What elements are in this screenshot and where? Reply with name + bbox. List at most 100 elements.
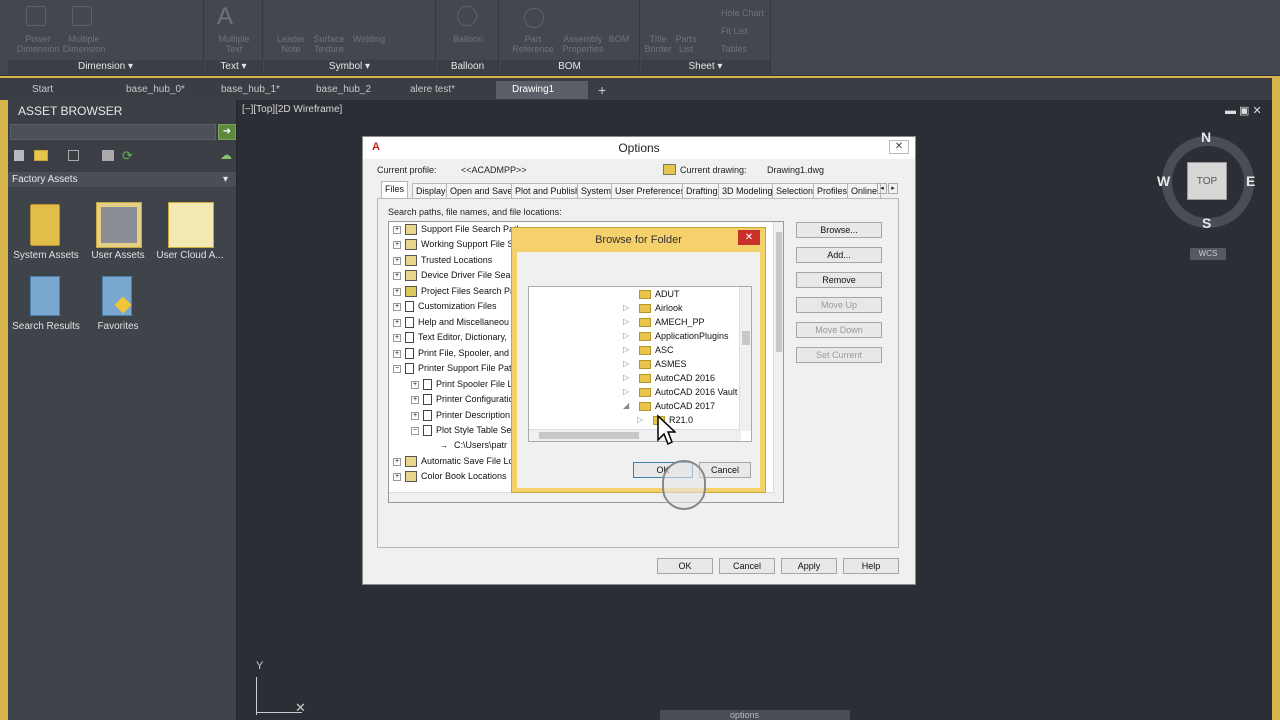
- go-arrow-icon[interactable]: ➜: [218, 124, 236, 140]
- tab-files[interactable]: Files: [381, 181, 409, 198]
- folder-item[interactable]: ▷ AutoCAD 2016: [623, 371, 715, 385]
- system-assets-label[interactable]: System Assets: [8, 250, 84, 261]
- viewport-controls-label[interactable]: [−][Top][2D Wireframe]: [242, 104, 342, 115]
- view-options-icon[interactable]: [68, 150, 79, 161]
- tree-item[interactable]: → C:\Users\patr: [439, 438, 507, 453]
- multiple-dimension-icon[interactable]: [72, 6, 92, 26]
- tree-item[interactable]: + Project Files Search Pa: [393, 284, 515, 299]
- folder-tree-vscrollbar[interactable]: [739, 287, 751, 431]
- viewcube-west[interactable]: W: [1157, 173, 1170, 189]
- remove-button[interactable]: Remove: [796, 272, 882, 288]
- folder-item[interactable]: ▷ ApplicationPlugins: [623, 329, 729, 343]
- balloon-icon[interactable]: [457, 6, 477, 26]
- asset-search-input[interactable]: [10, 124, 216, 140]
- tab-3d-modeling[interactable]: 3D Modeling: [718, 183, 777, 198]
- fit-list-label[interactable]: Fit List: [721, 26, 748, 36]
- folder-tree[interactable]: ADUT ▷ Airlook ▷ AMECH_PP ▷ ApplicationPlug…: [528, 286, 752, 442]
- tab-drafting[interactable]: Drafting: [682, 183, 722, 198]
- user-cloud-assets-icon[interactable]: [168, 202, 214, 248]
- move-down-button[interactable]: Move Down: [796, 322, 882, 338]
- browse-cancel-button[interactable]: Cancel: [699, 462, 751, 478]
- hole-chart-label[interactable]: Hole Chart: [721, 8, 764, 18]
- favorites-folder-icon[interactable]: [102, 276, 132, 316]
- options-close-icon[interactable]: ✕: [889, 140, 909, 154]
- tab-plot-and-publish[interactable]: Plot and Publish: [511, 183, 585, 198]
- part-reference-icon[interactable]: [524, 8, 544, 28]
- tree-item[interactable]: + Device Driver File Sear: [393, 268, 514, 283]
- browse-button[interactable]: Browse...: [796, 222, 882, 238]
- panel-title-text[interactable]: Text ▾: [205, 60, 262, 74]
- viewport-window-controls[interactable]: ▬ ▣ ✕: [1225, 104, 1262, 117]
- viewcube-north[interactable]: N: [1201, 129, 1211, 145]
- category-dropdown[interactable]: Factory Assets ▾: [8, 172, 236, 187]
- folder-item[interactable]: ▷ AutoCAD 2016 Vault: [623, 385, 737, 399]
- panel-title-balloon[interactable]: Balloon: [437, 60, 498, 74]
- user-assets-label[interactable]: User Assets: [80, 250, 156, 261]
- tree-horizontal-scrollbar[interactable]: [389, 492, 783, 502]
- cloud-sync-icon[interactable]: ☁: [220, 148, 232, 162]
- tab-scroll-right-icon[interactable]: ▸: [888, 183, 898, 194]
- folder-item[interactable]: ▷ AMECH_PP: [623, 315, 705, 329]
- folder-item[interactable]: ADUT: [639, 287, 680, 301]
- tree-item[interactable]: + Printer Description: [411, 408, 510, 423]
- folder-icon[interactable]: [34, 150, 48, 161]
- tab-scroll-left-icon[interactable]: ◂: [877, 183, 887, 194]
- folder-item[interactable]: ▷ ASC: [623, 343, 674, 357]
- options-titlebar[interactable]: A Options ✕: [363, 137, 915, 159]
- tree-item[interactable]: + Automatic Save File Lo: [393, 454, 514, 469]
- tab-open-and-save[interactable]: Open and Save: [446, 183, 517, 198]
- set-current-button[interactable]: Set Current: [796, 347, 882, 363]
- panel-title-bom[interactable]: BOM: [500, 60, 639, 74]
- multiline-text-icon[interactable]: A: [217, 4, 233, 30]
- viewcube-east[interactable]: E: [1246, 173, 1255, 189]
- move-up-button[interactable]: Move Up: [796, 297, 882, 313]
- search-results-label[interactable]: Search Results: [8, 321, 84, 332]
- user-assets-icon[interactable]: [96, 202, 142, 248]
- tree-item[interactable]: + Customization Files: [393, 299, 497, 314]
- folder-item[interactable]: ▷ Airlook: [623, 301, 683, 315]
- folder-item[interactable]: ▷ ASMES: [623, 357, 687, 371]
- options-apply-button[interactable]: Apply: [781, 558, 837, 574]
- tab-alere-test[interactable]: alere test*: [394, 81, 484, 99]
- tab-online[interactable]: Online: [847, 183, 882, 198]
- tab-selection[interactable]: Selection: [772, 183, 818, 198]
- options-ok-button[interactable]: OK: [657, 558, 713, 574]
- tree-vertical-scrollbar[interactable]: [773, 222, 783, 494]
- tab-base-hub-0[interactable]: base_hub_0*: [110, 81, 200, 99]
- tab-profiles[interactable]: Profiles: [813, 183, 852, 198]
- command-line[interactable]: options: [660, 710, 850, 720]
- new-tab-plus-icon[interactable]: +: [598, 81, 606, 99]
- tab-user-preferences[interactable]: User Preferences: [611, 183, 690, 198]
- viewcube-south[interactable]: S: [1202, 215, 1211, 231]
- system-assets-folder-icon[interactable]: [30, 204, 60, 246]
- wcs-menu[interactable]: WCS: [1190, 248, 1226, 260]
- favorites-label[interactable]: Favorites: [80, 321, 156, 332]
- tree-item[interactable]: + Color Book Locations: [393, 469, 507, 484]
- tree-item[interactable]: + Support File Search Path: [393, 222, 522, 237]
- tab-base-hub-1[interactable]: base_hub_1*: [205, 81, 295, 99]
- tree-item[interactable]: + Working Support File S: [393, 237, 513, 252]
- add-button[interactable]: Add...: [796, 247, 882, 263]
- tab-start[interactable]: Start: [16, 81, 96, 99]
- power-dimension-icon[interactable]: [26, 6, 46, 26]
- options-help-button[interactable]: Help: [843, 558, 899, 574]
- manage-icon[interactable]: [102, 150, 114, 161]
- tree-item[interactable]: − Plot Style Table Se: [411, 423, 511, 438]
- tables-label[interactable]: Tables: [721, 44, 747, 54]
- tab-base-hub-2[interactable]: base_hub_2: [300, 81, 390, 99]
- tree-item[interactable]: + Text Editor, Dictionary,: [393, 330, 507, 345]
- panel-title-sheet[interactable]: Sheet ▾: [641, 60, 770, 74]
- viewcube-top-face[interactable]: TOP: [1187, 162, 1227, 200]
- panel-title-dimension[interactable]: Dimension ▾: [8, 60, 203, 74]
- tab-display[interactable]: Display: [412, 183, 450, 198]
- tree-item[interactable]: + Printer Configuratio: [411, 392, 514, 407]
- search-results-folder-icon[interactable]: [30, 276, 60, 316]
- library-icon[interactable]: [14, 150, 24, 161]
- panel-title-symbol[interactable]: Symbol ▾: [264, 60, 435, 74]
- tree-item[interactable]: + Print Spooler File L: [411, 377, 513, 392]
- tab-drawing1[interactable]: Drawing1: [496, 81, 588, 99]
- refresh-icon[interactable]: ⟳: [122, 148, 133, 164]
- folder-item[interactable]: ◢ AutoCAD 2017: [623, 399, 715, 413]
- tab-system[interactable]: System: [577, 183, 616, 198]
- tree-item[interactable]: + Help and Miscellaneou: [393, 315, 509, 330]
